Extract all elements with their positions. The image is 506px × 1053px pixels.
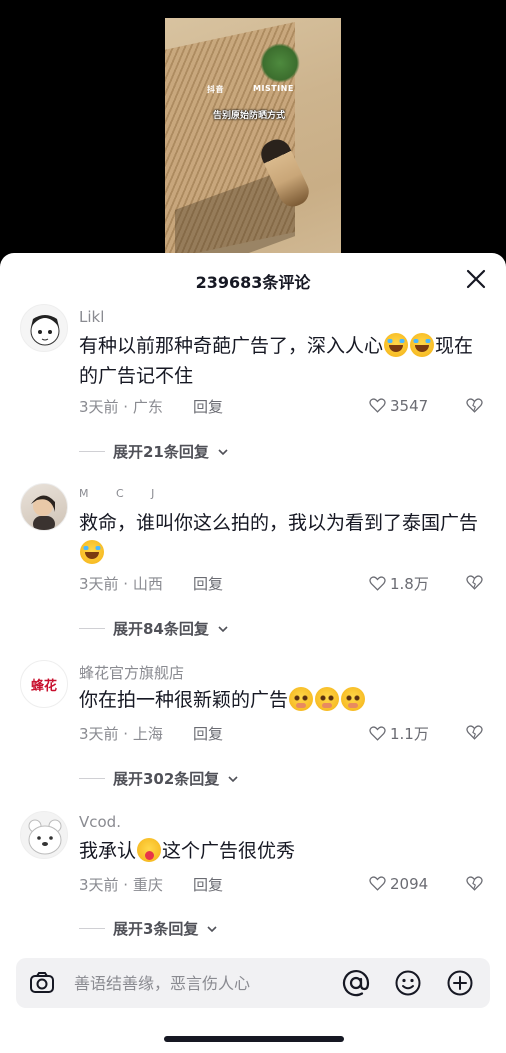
expand-replies-label: 展开21条回复	[113, 443, 209, 461]
avatar[interactable]	[20, 304, 68, 352]
video-brand: MISTINE	[253, 84, 294, 93]
comment-text-part: 我承认	[79, 840, 137, 862]
like-button[interactable]: 2094	[368, 874, 428, 893]
like-count: 1.8万	[390, 575, 429, 593]
avatar[interactable]	[20, 811, 68, 859]
comment-text-part: 救命，谁叫你这么拍的，我以为看到了泰国广告	[79, 512, 479, 534]
comment-text-part: 有种以前那种奇葩广告了，深入人心	[79, 335, 384, 357]
comment-text: 救命，谁叫你这么拍的，我以为看到了泰国广告	[79, 508, 489, 568]
like-count: 3547	[390, 396, 429, 415]
pleading-emoji-icon	[341, 687, 366, 711]
comment-count-title: 239683条评论	[195, 273, 311, 292]
like-count: 2094	[390, 874, 429, 893]
camera-icon	[30, 972, 54, 993]
plus-circle-icon	[447, 970, 473, 996]
dislike-button[interactable]	[465, 874, 485, 894]
bear-avatar-icon	[28, 819, 62, 855]
video-area[interactable]: 抖音 MISTINE 告别原始防晒方式	[0, 0, 506, 275]
mention-button[interactable]	[342, 969, 370, 997]
comment-time-location: 3天前 · 山西	[79, 575, 163, 593]
heart-icon	[369, 726, 386, 741]
home-indicator[interactable]	[164, 1036, 344, 1042]
reply-button[interactable]: 回复	[193, 573, 223, 594]
comment-username[interactable]: Vcod.	[79, 813, 121, 831]
broken-heart-icon	[466, 575, 483, 590]
broken-heart-icon	[466, 876, 483, 891]
comment-username[interactable]: M C J	[79, 487, 166, 500]
video-caption: 告别原始防晒方式	[213, 111, 286, 121]
comment-text-part: 你在拍一种很新颖的广告	[79, 689, 289, 711]
heart-icon	[369, 398, 386, 413]
reply-button[interactable]: 回复	[193, 396, 223, 417]
divider-line	[79, 628, 105, 629]
sheet-header: 239683条评论	[0, 253, 506, 305]
heart-icon	[369, 576, 386, 591]
expand-replies-label: 展开302条回复	[113, 770, 220, 788]
broken-heart-icon	[466, 725, 483, 740]
like-button[interactable]: 3547	[368, 396, 428, 415]
laugh-cry-emoji-icon	[410, 333, 435, 357]
broken-heart-icon	[466, 398, 483, 413]
smile-icon	[395, 970, 421, 996]
comment-time-location: 3天前 · 重庆	[79, 876, 163, 894]
comment-text: 有种以前那种奇葩广告了，深入人心 现在的广告记不住	[79, 331, 489, 391]
camera-button[interactable]	[28, 969, 56, 997]
divider-line	[79, 778, 105, 779]
expand-replies-button[interactable]: 展开21条回复	[79, 441, 229, 462]
comment-time-location: 3天前 · 上海	[79, 725, 163, 743]
like-button[interactable]: 1.1万	[368, 723, 429, 744]
chevron-down-icon	[228, 775, 238, 782]
reply-button[interactable]: 回复	[193, 874, 223, 895]
pleading-emoji-icon	[289, 687, 314, 711]
close-icon	[466, 269, 486, 289]
comment-text-part: 这个广告很优秀	[162, 840, 296, 862]
like-count: 1.1万	[390, 725, 429, 743]
pleading-emoji-icon	[315, 687, 340, 711]
kiss-emoji-icon	[137, 838, 162, 862]
anime-avatar-icon	[30, 315, 60, 346]
laugh-cry-emoji-icon	[384, 333, 409, 357]
expand-replies-label: 展开3条回复	[113, 920, 199, 938]
dislike-button[interactable]	[465, 396, 485, 416]
divider-line	[79, 928, 105, 929]
video-preview[interactable]: 抖音 MISTINE 告别原始防晒方式	[165, 18, 341, 275]
comment-text: 你在拍一种很新颖的广告	[79, 685, 489, 715]
heart-icon	[369, 876, 386, 891]
chevron-down-icon	[207, 925, 218, 932]
divider-line	[79, 451, 105, 452]
video-logo: 抖音	[207, 85, 224, 94]
at-icon	[342, 970, 370, 997]
like-button[interactable]: 1.8万	[368, 573, 429, 594]
expand-replies-button[interactable]: 展开3条回复	[79, 918, 218, 939]
brand-avatar[interactable]: 蜂花	[20, 660, 68, 708]
comment-username[interactable]: Likl	[79, 308, 104, 326]
comment-text: 我承认 这个广告很优秀	[79, 836, 489, 866]
reply-button[interactable]: 回复	[193, 723, 223, 744]
dislike-button[interactable]	[465, 573, 485, 593]
dislike-button[interactable]	[465, 723, 485, 743]
comment-input-bar	[16, 958, 490, 1008]
avatar[interactable]	[20, 483, 68, 531]
comment-input[interactable]	[74, 958, 334, 1008]
chevron-down-icon	[218, 448, 228, 455]
photo-avatar-icon	[31, 495, 55, 530]
comment-username[interactable]: 蜂花官方旗舰店	[79, 662, 184, 683]
comment-time-location: 3天前 · 广东	[79, 398, 163, 416]
close-button[interactable]	[464, 267, 488, 291]
add-media-button[interactable]	[446, 969, 474, 997]
brand-logo-text: 蜂花	[30, 678, 57, 694]
emoji-button[interactable]	[394, 969, 422, 997]
expand-replies-label: 展开84条回复	[113, 620, 209, 638]
laugh-cry-emoji-icon	[80, 540, 104, 564]
video-plant-graphic	[260, 43, 300, 83]
expand-replies-button[interactable]: 展开84条回复	[79, 618, 229, 639]
chevron-down-icon	[218, 625, 228, 632]
expand-replies-button[interactable]: 展开302条回复	[79, 768, 239, 789]
